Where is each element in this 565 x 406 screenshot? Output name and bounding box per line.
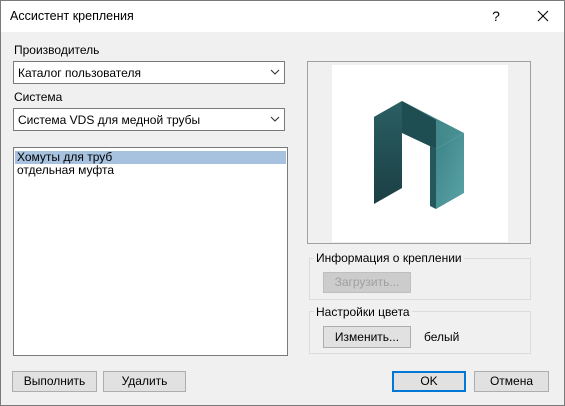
help-button[interactable]: ?	[479, 3, 513, 29]
cancel-button[interactable]: Отмена	[474, 371, 549, 392]
manufacturer-select-value: Каталог пользователя	[18, 66, 141, 80]
change-color-button[interactable]: Изменить...	[323, 326, 411, 348]
system-select[interactable]: Система VDS для медной трубы	[13, 108, 285, 131]
system-select-value: Система VDS для медной трубы	[18, 113, 201, 127]
color-group-label: Настройки цвета	[314, 305, 412, 319]
close-button[interactable]	[523, 3, 563, 29]
window-title: Ассистент крепления	[10, 9, 134, 23]
chevron-down-icon	[270, 69, 280, 75]
title-bar: Ассистент крепления ?	[1, 1, 564, 32]
dialog-window: Ассистент крепления ? Производитель Ката…	[0, 0, 565, 406]
execute-button[interactable]: Выполнить	[12, 371, 97, 392]
preview-canvas	[332, 65, 508, 242]
manufacturer-label: Производитель	[14, 43, 100, 57]
load-button[interactable]: Загрузить...	[323, 272, 411, 293]
logo-icon	[374, 101, 464, 209]
chevron-down-icon	[270, 116, 280, 122]
preview-frame	[307, 61, 531, 244]
color-value: белый	[424, 330, 460, 344]
fastener-list[interactable]: Хомуты для труб отдельная муфта	[13, 147, 288, 356]
info-group-label: Информация о креплении	[314, 251, 464, 265]
manufacturer-select[interactable]: Каталог пользователя	[13, 61, 285, 84]
system-label: Система	[14, 90, 63, 104]
close-icon	[537, 10, 549, 22]
delete-button[interactable]: Удалить	[103, 371, 186, 392]
list-item[interactable]: отдельная муфта	[15, 164, 286, 177]
ok-button[interactable]: OK	[392, 371, 466, 392]
